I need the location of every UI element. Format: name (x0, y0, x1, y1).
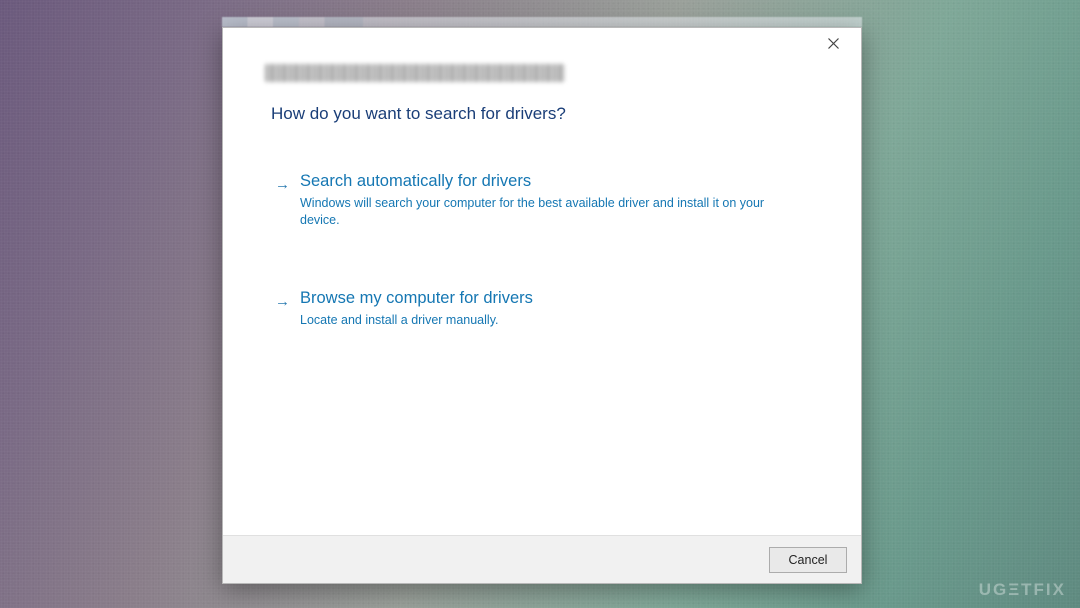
obscured-taskbar-strip (222, 17, 862, 27)
obscured-device-name (265, 64, 565, 82)
option-description: Windows will search your computer for th… (300, 195, 770, 229)
option-description: Locate and install a driver manually. (300, 312, 770, 329)
close-button[interactable] (811, 29, 855, 57)
arrow-right-icon: → (275, 294, 290, 309)
dialog-header: How do you want to search for drivers? (223, 58, 861, 138)
dialog-footer: Cancel (223, 535, 861, 583)
option-title: Browse my computer for drivers (300, 289, 809, 308)
cancel-button[interactable]: Cancel (769, 547, 847, 573)
option-text: Browse my computer for drivers Locate an… (300, 289, 809, 329)
dialog-heading: How do you want to search for drivers? (253, 104, 831, 134)
option-browse-computer[interactable]: → Browse my computer for drivers Locate … (269, 273, 815, 345)
watermark-text: UGΞTFIX (979, 580, 1066, 600)
titlebar (223, 28, 861, 58)
dialog-content: → Search automatically for drivers Windo… (223, 138, 861, 535)
close-icon (828, 38, 839, 49)
option-search-automatically[interactable]: → Search automatically for drivers Windo… (269, 156, 815, 245)
arrow-right-icon: → (275, 177, 290, 192)
update-drivers-dialog: How do you want to search for drivers? →… (222, 27, 862, 584)
option-text: Search automatically for drivers Windows… (300, 172, 809, 229)
option-title: Search automatically for drivers (300, 172, 809, 191)
